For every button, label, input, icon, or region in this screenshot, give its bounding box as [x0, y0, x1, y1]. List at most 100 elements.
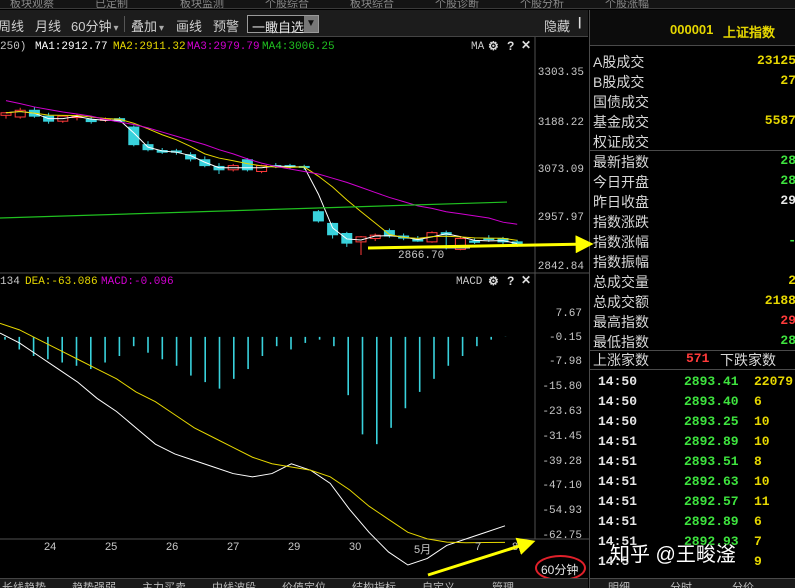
legend-ma2: MA2:2911.32 [113, 41, 186, 53]
help-icon[interactable]: ? [507, 39, 514, 53]
tick-row: 14:50 2893.25 10 [590, 411, 795, 431]
watchlist-select-value: 一瞰自选 [252, 20, 305, 35]
candle [14, 107, 26, 119]
tick-row: 14:51 2892.89 10 [590, 431, 795, 451]
watermark: 知乎 @王畯滏 [610, 544, 736, 566]
price-axis-tick: 3073.09 [537, 164, 584, 176]
quote-tab[interactable]: 明细 [608, 579, 630, 588]
top-menu-item[interactable]: 板块观察 [10, 0, 54, 8]
macd-panel-tag[interactable]: MACD [456, 276, 482, 288]
macd-axis-tick: -23.63 [542, 406, 582, 418]
indicator-tab[interactable]: 价值定位 [282, 579, 326, 588]
price-axis-tick: 2842.84 [537, 261, 584, 273]
macd-axis-tick: -0.15 [548, 332, 582, 344]
x-axis-label: 26 [166, 541, 179, 553]
divider [590, 150, 795, 151]
x-axis-label: 8 [512, 541, 519, 553]
toolbar-separator [124, 16, 125, 32]
quote-row: B股成交 27 [590, 70, 795, 90]
quote-label: 总成交量 [593, 274, 649, 290]
toolbar-draw[interactable]: 画线 [176, 16, 202, 35]
quote-row: 总成交额 2188 [590, 290, 795, 310]
quote-tab[interactable]: 分时 [670, 579, 692, 588]
indicator-tab[interactable]: 自定义 [422, 579, 455, 588]
chart-area [0, 37, 589, 566]
quote-value: 28 [780, 153, 795, 168]
quote-label: 今日开盘 [593, 174, 649, 190]
tick-time: 14:51 [598, 454, 638, 469]
tick-volume: 6 [754, 514, 762, 529]
quote-row: 最新指数 28 [590, 150, 795, 170]
security-code: 000001 [670, 22, 714, 37]
macd-legend-prefix: 134 [0, 276, 20, 288]
main-panel-tag[interactable]: MA [471, 41, 484, 53]
dif-line [0, 332, 506, 566]
toolbar-monthly[interactable]: 月线 [35, 16, 61, 35]
quote-row: 指数涨幅 - [590, 230, 795, 250]
tick-volume: 11 [754, 494, 770, 509]
quote-row: 基金成交 5587 [590, 110, 795, 130]
macd-axis-tick: -7.98 [548, 356, 582, 368]
price-axis-tick: 3303.35 [537, 67, 584, 79]
macd-axis-tick: -62.75 [542, 530, 582, 542]
tick-volume: 9 [754, 554, 762, 569]
top-menu-item[interactable]: 板块综合 [350, 0, 394, 8]
quote-row: 国债成交 [590, 90, 795, 110]
tick-price: 2893.40 [684, 394, 739, 409]
tick-price: 2893.25 [684, 414, 739, 429]
help-icon[interactable]: ? [507, 274, 514, 288]
x-axis-label: 27 [227, 541, 240, 553]
quote-label: 昨日收盘 [593, 194, 649, 210]
indicator-tab[interactable]: 管理 [492, 579, 514, 588]
ma1-line [5, 111, 518, 245]
price-axis-tick: 2957.97 [537, 212, 584, 224]
top-menu-item[interactable]: 个股诊断 [435, 0, 479, 8]
quote-label: 指数振幅 [593, 254, 649, 270]
top-menu-item[interactable]: 个股分析 [520, 0, 564, 8]
macd-axis-tick: -31.45 [542, 431, 582, 443]
quote-label: 基金成交 [593, 114, 649, 130]
tick-row: 14:51 2892.89 6 [590, 511, 795, 531]
tick-volume: 7 [754, 534, 762, 549]
indicator-tab[interactable]: 中线波段 [212, 579, 256, 588]
hide-button[interactable]: 隐藏 [544, 16, 570, 35]
quote-label: 指数涨幅 [593, 234, 649, 250]
quote-label: 指数涨跌 [593, 214, 649, 230]
toolbar-60min[interactable]: 60分钟 [71, 16, 119, 35]
watchlist-select[interactable]: 一瞰自选 ▼ [247, 15, 319, 35]
gear-icon[interactable]: ⚙ [488, 274, 499, 288]
tick-volume: 10 [754, 414, 770, 429]
indicator-tab[interactable]: 主力买卖 [142, 579, 186, 588]
indicator-tab[interactable]: 结构指标 [352, 579, 396, 588]
indicator-tab[interactable]: 长线趋势 [2, 579, 46, 588]
top-menu-item[interactable]: 个股综合 [265, 0, 309, 8]
quote-value: 28 [780, 173, 795, 188]
toolbar-alert[interactable]: 预警 [213, 16, 239, 35]
quote-row: 最低指数 28 [590, 330, 795, 350]
top-menu-item[interactable]: 板块监测 [180, 0, 224, 8]
indicator-tab[interactable]: 趋势强弱 [72, 579, 116, 588]
quote-value: 29 [780, 313, 795, 328]
close-icon[interactable]: ✕ [521, 38, 531, 52]
close-icon[interactable]: ✕ [521, 273, 531, 287]
top-menu-item[interactable]: 个股涨幅 [605, 0, 649, 8]
toolbar-weekly[interactable]: 周线 [0, 16, 24, 35]
quote-tab[interactable]: 分价 [732, 579, 754, 588]
quote-value: 27 [780, 73, 795, 88]
top-menu-strip: 板块观察 已定制 板块监测 个股综合 板块综合 个股诊断 个股分析 个股涨幅 [0, 0, 795, 9]
quote-label: B股成交 [593, 74, 645, 90]
macd-axis-tick: -54.93 [542, 505, 582, 517]
ma4-line [0, 201, 508, 219]
gear-icon[interactable]: ⚙ [488, 39, 499, 53]
top-menu-item[interactable]: 已定制 [95, 0, 128, 8]
quote-row: 权证成交 [590, 130, 795, 150]
tick-row: 14:51 2892.57 11 [590, 491, 795, 511]
quote-value: 29 [780, 193, 795, 208]
chevron-down-icon[interactable]: ▼ [304, 16, 318, 32]
tick-time: 14:51 [598, 514, 638, 529]
tick-time: 14:51 [598, 434, 638, 449]
ma2-line [5, 111, 518, 241]
candle [213, 163, 225, 174]
ma3-line [5, 100, 518, 225]
toolbar-overlay[interactable]: 叠加 [131, 16, 164, 35]
